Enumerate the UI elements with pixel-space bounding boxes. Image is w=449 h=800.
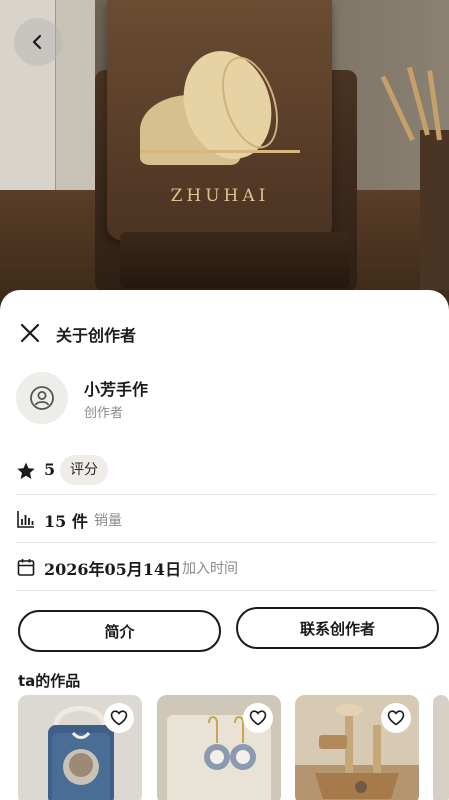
favorite-button[interactable] [243,703,273,733]
close-icon[interactable] [18,321,42,345]
stat-rating: 5 评分 [16,447,437,495]
star-icon [17,462,35,479]
creator-profile[interactable]: 小芳手作 创作者 [0,368,449,432]
stat-sales: 15 件 销量 [16,495,437,543]
user-circle-icon [30,386,54,410]
product-engraving: ZHUHAI [170,186,270,206]
heart-icon [110,710,128,726]
chevron-left-icon [32,34,42,50]
contact-creator-button[interactable]: 联系创作者 [236,607,439,649]
rating-value: 5 [44,460,56,479]
sales-label: 销量 [94,513,122,529]
about-creator-sheet: 关于创作者 小芳手作 创作者 5 评分 15 件 销量 2026年05月14日 … [0,290,449,800]
works-section-title: ta的作品 [18,672,81,690]
sheet-header: 关于创作者 [0,314,449,354]
joined-label: 加入时间 [182,561,238,577]
intro-button[interactable]: 简介 [18,610,221,652]
sales-value: 15 件 [44,512,88,531]
joined-value: 2026年05月14日 [44,560,182,579]
work-card[interactable] [157,695,281,800]
heart-icon [387,710,405,726]
favorite-button[interactable] [381,703,411,733]
bar-chart-icon [17,511,34,528]
back-button[interactable] [14,18,62,66]
creator-role: 创作者 [84,406,124,421]
avatar [16,372,68,424]
calendar-icon [17,559,35,576]
work-card[interactable] [18,695,142,800]
product-hero-image: ZHUHAI [0,0,449,310]
sheet-title: 关于创作者 [56,326,137,345]
rating-badge: 评分 [60,455,108,485]
creator-name: 小芳手作 [84,380,149,399]
favorite-button[interactable] [104,703,134,733]
work-card[interactable] [433,695,449,800]
heart-icon [249,710,267,726]
work-card[interactable] [295,695,419,800]
stat-joined: 2026年05月14日 加入时间 [16,543,437,591]
